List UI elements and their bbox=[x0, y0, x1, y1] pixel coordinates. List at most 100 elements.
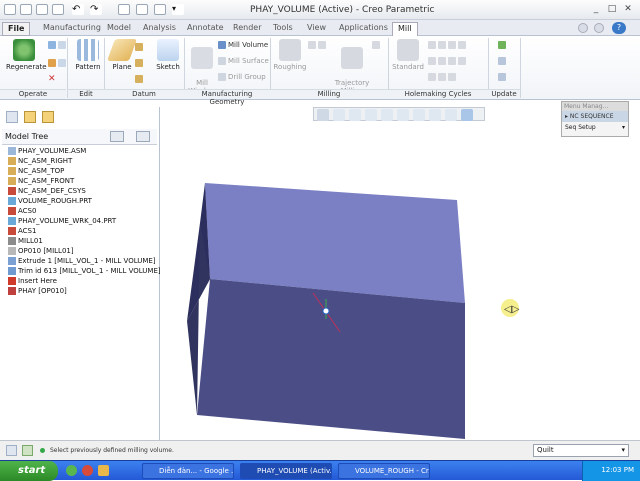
group-datum[interactable]: Datum bbox=[104, 89, 184, 99]
taskbar-button-phay-volume[interactable]: PHAY_VOLUME (Activ... bbox=[240, 463, 332, 479]
undo-icon[interactable]: ↶ bbox=[72, 4, 84, 15]
display-style-icon[interactable] bbox=[381, 109, 393, 121]
quick-launch-icon-2[interactable] bbox=[82, 465, 93, 476]
milling-small-icons-2[interactable] bbox=[372, 40, 382, 50]
tree-item[interactable]: ▸VOLUME_ROUGH.PRT bbox=[4, 196, 159, 206]
mill-surface-button[interactable]: Mill Surface bbox=[218, 56, 269, 66]
model-tree-tab-icon[interactable] bbox=[6, 111, 18, 123]
tree-item[interactable]: ▸Extrude 1 [MILL_VOL_1 - MILL VOLUME] bbox=[4, 256, 159, 266]
tab-render[interactable]: Render bbox=[228, 22, 266, 36]
view-manager-icon[interactable] bbox=[413, 109, 425, 121]
tab-tools[interactable]: Tools bbox=[268, 22, 298, 36]
minimize-icon[interactable]: _ bbox=[590, 4, 602, 15]
customize-quick-access-icon[interactable]: ▾ bbox=[172, 4, 184, 15]
save-icon[interactable] bbox=[36, 4, 48, 15]
axis-icon[interactable] bbox=[135, 42, 145, 52]
repaint-icon[interactable] bbox=[365, 109, 377, 121]
tab-view[interactable]: View bbox=[302, 22, 331, 36]
group-operate[interactable]: Operate bbox=[0, 89, 66, 99]
group-manufacturing-geometry[interactable]: Manufacturing Geometry bbox=[184, 89, 270, 106]
tab-mill[interactable]: Mill bbox=[392, 22, 418, 36]
holemaking-small-icons-2[interactable] bbox=[428, 56, 468, 66]
datum-display-icon[interactable] bbox=[429, 109, 441, 121]
tree-item[interactable]: ▸PHAY_VOLUME_WRK_04.PRT bbox=[4, 216, 159, 226]
group-update[interactable]: Update bbox=[488, 89, 520, 99]
close-icon[interactable]: ✕ bbox=[622, 4, 634, 15]
toggle-navigator-icon[interactable] bbox=[6, 445, 17, 456]
tree-item[interactable]: ACS0 bbox=[4, 206, 159, 216]
holemaking-small-icons-3[interactable] bbox=[428, 72, 458, 82]
group-holemaking-cycles[interactable]: Holemaking Cycles bbox=[388, 89, 488, 99]
redo-icon[interactable]: ↷ bbox=[90, 4, 102, 15]
start-button[interactable]: start bbox=[0, 461, 58, 481]
close-window-quick-icon[interactable] bbox=[154, 4, 166, 15]
point-icon[interactable] bbox=[135, 58, 145, 68]
help-icon[interactable]: ? bbox=[612, 22, 626, 34]
menu-item-nc-sequence[interactable]: ▸ NC SEQUENCE bbox=[562, 111, 628, 122]
favorites-tab-icon[interactable] bbox=[42, 111, 54, 123]
minimize-ribbon-icon[interactable] bbox=[578, 23, 588, 33]
graphics-window[interactable]: ◁▷ bbox=[160, 107, 640, 440]
annotation-display-icon[interactable] bbox=[445, 109, 457, 121]
tab-applications[interactable]: Applications bbox=[334, 22, 393, 36]
tree-item[interactable]: MILL01 bbox=[4, 236, 159, 246]
tree-settings-icon[interactable] bbox=[110, 131, 124, 142]
print-icon[interactable] bbox=[52, 4, 64, 15]
spin-center-icon[interactable] bbox=[461, 109, 473, 121]
taskbar-button-browser[interactable]: Diễn đàn... - Google ... bbox=[142, 463, 234, 479]
drill-group-button[interactable]: Drill Group bbox=[218, 72, 266, 82]
browser-toggle-icon[interactable] bbox=[22, 445, 33, 456]
standard-drill-button[interactable]: Standard bbox=[390, 39, 426, 71]
tree-item[interactable]: OP010 [MILL01] bbox=[4, 246, 159, 256]
operate-small-icons[interactable] bbox=[48, 40, 68, 50]
taskbar-button-volume-rough[interactable]: VOLUME_ROUGH - Cr... bbox=[338, 463, 430, 479]
zoom-in-icon[interactable] bbox=[333, 109, 345, 121]
trajectory-milling-button[interactable]: Trajectory Milling bbox=[334, 39, 370, 95]
delete-icon[interactable]: ✕ bbox=[48, 74, 56, 84]
milling-small-icons[interactable] bbox=[308, 40, 328, 50]
sketch-button[interactable]: Sketch bbox=[150, 39, 186, 71]
tab-analysis[interactable]: Analysis bbox=[138, 22, 181, 36]
tree-item[interactable]: ▸Trim id 613 [MILL_VOL_1 - MILL VOLUME] bbox=[4, 266, 161, 276]
regenerate-quick-icon[interactable] bbox=[118, 4, 130, 15]
tree-item[interactable]: ACS1 bbox=[4, 226, 159, 236]
tab-model[interactable]: Model bbox=[102, 22, 136, 36]
model-3d-view[interactable]: ◁▷ bbox=[160, 107, 640, 440]
zoom-out-icon[interactable] bbox=[349, 109, 361, 121]
tree-item[interactable]: NC_ASM_RIGHT bbox=[4, 156, 159, 166]
tab-file[interactable]: File bbox=[2, 22, 31, 36]
new-file-icon[interactable] bbox=[4, 4, 16, 15]
roughing-button[interactable]: Roughing bbox=[272, 39, 308, 71]
mill-volume-button[interactable]: Mill Volume bbox=[218, 40, 268, 50]
regenerate-button[interactable]: Regenerate bbox=[6, 39, 47, 71]
tree-item[interactable]: NC_ASM_FRONT bbox=[4, 176, 159, 186]
group-milling[interactable]: Milling bbox=[270, 89, 388, 99]
refit-icon[interactable] bbox=[317, 109, 329, 121]
maximize-icon[interactable]: □ bbox=[606, 4, 618, 15]
pattern-button[interactable]: Pattern bbox=[70, 39, 106, 71]
quick-launch-icon-3[interactable] bbox=[98, 465, 109, 476]
open-file-icon[interactable] bbox=[20, 4, 32, 15]
tree-item[interactable]: Insert Here bbox=[4, 276, 159, 286]
folder-browser-tab-icon[interactable] bbox=[24, 111, 36, 123]
group-edit[interactable]: Edit bbox=[68, 89, 104, 99]
update-icon-2[interactable] bbox=[498, 56, 508, 66]
menu-item-seq-setup[interactable]: Seq Setup ▾ bbox=[562, 122, 628, 133]
tree-item[interactable]: NC_ASM_DEF_CSYS bbox=[4, 186, 159, 196]
mill-window-button[interactable]: Mill Window bbox=[184, 39, 220, 95]
show-menu-icon[interactable] bbox=[136, 131, 150, 142]
holemaking-small-icons[interactable] bbox=[428, 40, 468, 50]
selection-filter-select[interactable]: Quilt ▾ bbox=[533, 444, 629, 457]
tab-manufacturing[interactable]: Manufacturing bbox=[38, 22, 106, 36]
tree-item[interactable]: PHAY [OP010] bbox=[4, 286, 159, 296]
operate-small-icons-2[interactable] bbox=[48, 58, 68, 68]
tab-annotate[interactable]: Annotate bbox=[182, 22, 229, 36]
search-icon[interactable] bbox=[594, 23, 604, 33]
tree-item[interactable]: NC_ASM_TOP bbox=[4, 166, 159, 176]
update-icon-1[interactable] bbox=[498, 40, 508, 50]
csys-small-icon[interactable] bbox=[135, 74, 145, 84]
tree-item[interactable]: PHAY_VOLUME.ASM bbox=[4, 146, 159, 156]
saved-orientations-icon[interactable] bbox=[397, 109, 409, 121]
windows-icon[interactable] bbox=[136, 4, 148, 15]
quick-launch-icon-1[interactable] bbox=[66, 465, 77, 476]
